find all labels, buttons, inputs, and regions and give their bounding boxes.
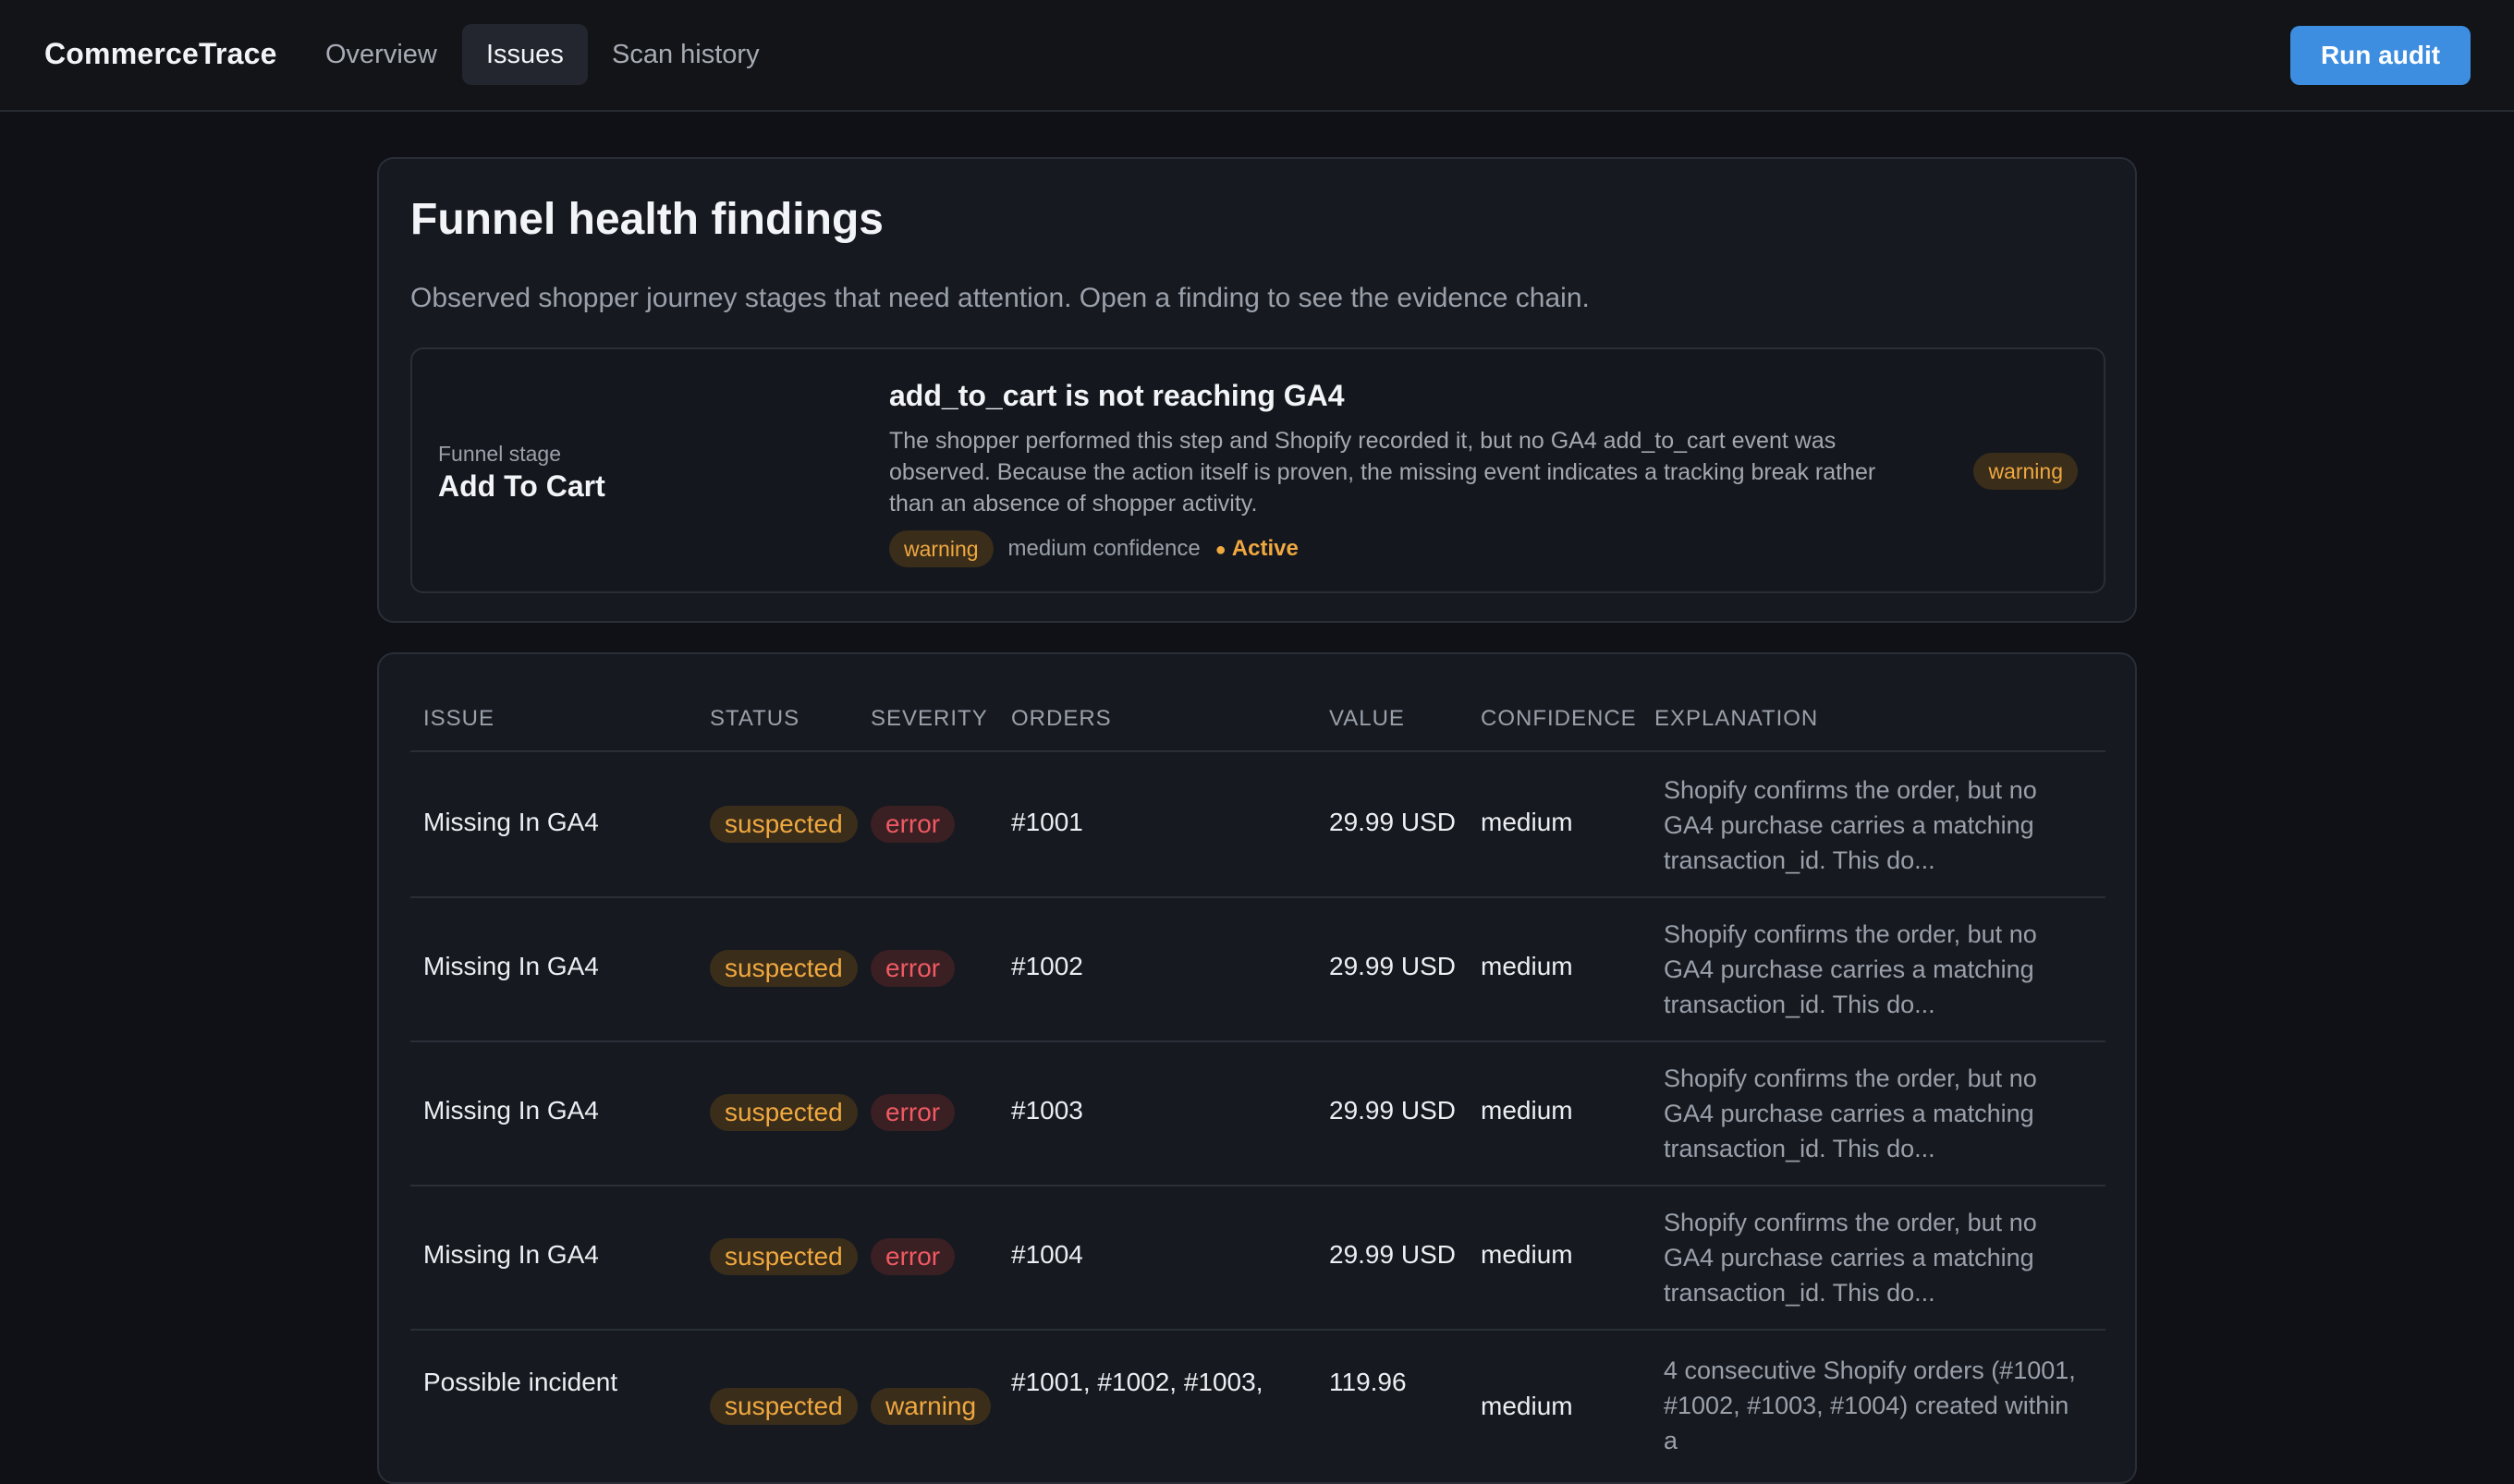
finding-severity-badge: warning bbox=[1973, 453, 2078, 490]
value-cell: 29.99 USD bbox=[1329, 952, 1456, 980]
funnel-stage-caption: Funnel stage bbox=[438, 442, 561, 466]
column-header-issue[interactable]: Issue bbox=[423, 706, 494, 732]
table-row[interactable]: Missing In GA4 suspected error #1003 29.… bbox=[410, 1042, 2105, 1186]
status-indicator: ● Active bbox=[1215, 536, 1299, 562]
tab-overview[interactable]: Overview bbox=[301, 24, 461, 85]
severity-badge: error bbox=[871, 806, 956, 843]
findings-card: Funnel health findings Observed shopper … bbox=[377, 157, 2137, 623]
value-cell: 119.96 bbox=[1329, 1368, 1407, 1396]
table-row[interactable]: Missing In GA4 suspected error #1002 29.… bbox=[410, 898, 2105, 1042]
orders-cell: #1001 bbox=[1011, 808, 1083, 836]
issue-cell: Missing In GA4 bbox=[423, 1240, 599, 1269]
page-subtitle: Observed shopper journey stages that nee… bbox=[410, 283, 1590, 313]
finding-description: The shopper performed this step and Shop… bbox=[889, 428, 1876, 517]
column-header-value[interactable]: Value bbox=[1329, 706, 1405, 732]
column-header-orders[interactable]: Orders bbox=[1011, 706, 1112, 732]
table-row[interactable]: Possible incident suspected warning #100… bbox=[410, 1331, 2105, 1475]
page-title: Funnel health findings bbox=[410, 195, 884, 244]
status-badge: suspected bbox=[710, 1094, 858, 1131]
finding-meta: warning medium confidence ● Active bbox=[889, 530, 1299, 567]
confidence-cell: medium bbox=[1481, 1240, 1573, 1269]
issue-cell: Missing In GA4 bbox=[423, 808, 599, 836]
explanation-cell: Shopify confirms the order, but no GA4 p… bbox=[1664, 1064, 2037, 1162]
status-dot-icon: ● bbox=[1214, 540, 1226, 560]
status-badge: suspected bbox=[710, 1238, 858, 1275]
confidence-cell: medium bbox=[1481, 1392, 1573, 1420]
confidence-cell: medium bbox=[1481, 952, 1573, 980]
table-header: Issue Status Severity Orders Value Confi… bbox=[410, 654, 2105, 752]
explanation-cell: 4 consecutive Shopify orders (#1001, #10… bbox=[1664, 1356, 2076, 1454]
severity-badge: error bbox=[871, 950, 956, 987]
funnel-stage-value: Add To Cart bbox=[438, 469, 605, 503]
top-nav: CommerceTrace Overview Issues Scan histo… bbox=[0, 0, 2514, 112]
column-header-confidence[interactable]: Confidence bbox=[1481, 706, 1637, 732]
orders-cell: #1001, #1002, #1003, bbox=[1011, 1368, 1263, 1396]
finding-item[interactable]: Funnel stage Add To Cart add_to_cart is … bbox=[410, 347, 2105, 593]
orders-cell: #1004 bbox=[1011, 1240, 1083, 1269]
explanation-cell: Shopify confirms the order, but no GA4 p… bbox=[1664, 1209, 2037, 1307]
value-cell: 29.99 USD bbox=[1329, 808, 1456, 836]
column-header-severity[interactable]: Severity bbox=[871, 706, 988, 732]
issues-table-card: Issue Status Severity Orders Value Confi… bbox=[377, 652, 2137, 1484]
confidence-cell: medium bbox=[1481, 808, 1573, 836]
status-badge: suspected bbox=[710, 950, 858, 987]
value-cell: 29.99 USD bbox=[1329, 1240, 1456, 1269]
status-label: Active bbox=[1231, 536, 1299, 561]
severity-badge: warning bbox=[871, 1388, 992, 1425]
orders-cell: #1003 bbox=[1011, 1096, 1083, 1125]
severity-badge: warning bbox=[889, 530, 994, 567]
column-header-status[interactable]: Status bbox=[710, 706, 799, 732]
table-row[interactable]: Missing In GA4 suspected error #1004 29.… bbox=[410, 1186, 2105, 1331]
value-cell: 29.99 USD bbox=[1329, 1096, 1456, 1125]
brand-logo[interactable]: CommerceTrace bbox=[44, 37, 277, 71]
tab-scan-history[interactable]: Scan history bbox=[588, 24, 784, 85]
run-audit-button[interactable]: Run audit bbox=[2290, 26, 2471, 85]
tab-issues[interactable]: Issues bbox=[462, 24, 588, 85]
severity-badge: error bbox=[871, 1094, 956, 1131]
issue-cell: Missing In GA4 bbox=[423, 1096, 599, 1125]
explanation-cell: Shopify confirms the order, but no GA4 p… bbox=[1664, 776, 2037, 874]
issue-cell: Possible incident bbox=[423, 1368, 618, 1396]
finding-title[interactable]: add_to_cart is not reaching GA4 bbox=[889, 379, 1345, 413]
confidence-label: medium confidence bbox=[1007, 536, 1201, 561]
explanation-cell: Shopify confirms the order, but no GA4 p… bbox=[1664, 920, 2037, 1018]
status-badge: suspected bbox=[710, 806, 858, 843]
column-header-explanation[interactable]: Explanation bbox=[1654, 706, 1818, 732]
issue-cell: Missing In GA4 bbox=[423, 952, 599, 980]
severity-badge: error bbox=[871, 1238, 956, 1275]
status-badge: suspected bbox=[710, 1388, 858, 1425]
orders-cell: #1002 bbox=[1011, 952, 1083, 980]
confidence-cell: medium bbox=[1481, 1096, 1573, 1125]
table-row[interactable]: Missing In GA4 suspected error #1001 29.… bbox=[410, 754, 2105, 898]
